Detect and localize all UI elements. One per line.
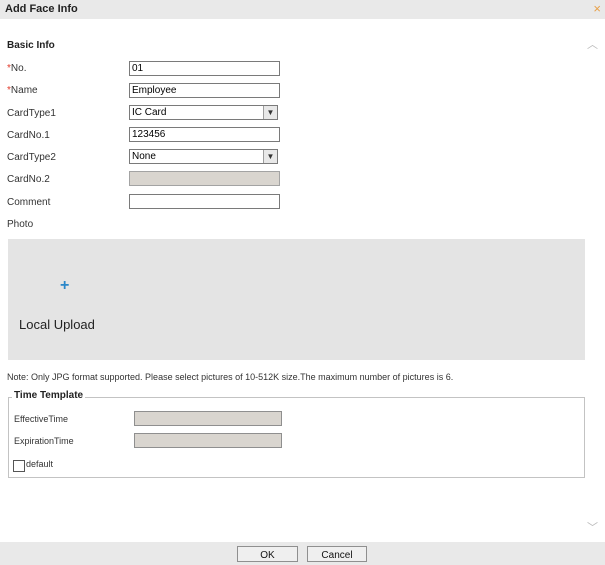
time-template-legend: Time Template [12, 390, 86, 401]
close-icon[interactable]: × [593, 1, 601, 16]
chevron-down-icon[interactable]: ▼ [263, 106, 277, 119]
ok-button[interactable]: OK [237, 546, 298, 562]
cardtype1-select[interactable]: IC Card ▼ [129, 105, 278, 120]
local-upload-label[interactable]: Local Upload [19, 317, 95, 332]
dialog-titlebar: Add Face Info × [0, 0, 605, 19]
cardno2-label: CardNo.2 [7, 174, 50, 185]
cardtype1-value: IC Card [132, 107, 167, 118]
cancel-button[interactable]: Cancel [307, 546, 367, 562]
effective-time-field[interactable] [134, 411, 282, 426]
expiration-time-field[interactable] [134, 433, 282, 448]
chevron-down-icon[interactable]: ▼ [263, 150, 277, 163]
expiration-time-label: ExpirationTime [14, 436, 74, 446]
time-template-group [8, 397, 585, 478]
comment-input[interactable] [129, 194, 280, 209]
no-input[interactable] [129, 61, 280, 76]
cardtype2-select[interactable]: None ▼ [129, 149, 278, 164]
dialog-title: Add Face Info [5, 3, 78, 15]
cardno2-input [129, 171, 280, 186]
cardtype2-label: CardType2 [7, 152, 56, 163]
photo-label: Photo [7, 219, 34, 230]
dialog-footer [0, 542, 605, 565]
no-label: *No. [7, 63, 27, 74]
cardtype1-label: CardType1 [7, 108, 56, 119]
basic-info-heading: Basic Info [7, 40, 55, 51]
cardno1-label: CardNo.1 [7, 130, 50, 141]
default-checkbox[interactable] [13, 460, 25, 472]
upload-note: Note: Only JPG format supported. Please … [7, 372, 454, 382]
name-label: *Name [7, 85, 38, 96]
cardno1-input[interactable] [129, 127, 280, 142]
scroll-down-icon[interactable]: ﹀ [587, 519, 598, 535]
cardtype2-value: None [132, 151, 156, 162]
comment-label: Comment [7, 197, 51, 208]
plus-icon[interactable]: + [60, 277, 69, 295]
effective-time-label: EffectiveTime [14, 414, 69, 424]
photo-upload-area[interactable]: + Local Upload [8, 239, 585, 360]
name-input[interactable] [129, 83, 280, 98]
scroll-up-icon[interactable]: ︿ [587, 36, 598, 52]
default-checkbox-label[interactable]: default [26, 459, 53, 469]
